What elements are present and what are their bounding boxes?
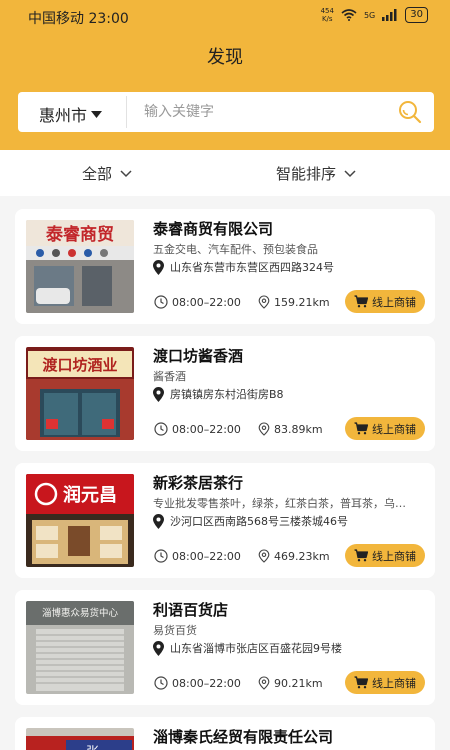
divider — [126, 96, 127, 128]
city-selector[interactable]: 惠州市 — [39, 102, 103, 126]
location-pin-icon — [153, 386, 164, 402]
store-card[interactable]: 张 淄博秦氏经贸有限责任公司 — [15, 717, 435, 750]
opening-hours: 08:00–22:00 — [154, 549, 241, 563]
store-sign-text: 润元昌 — [63, 484, 117, 506]
store-sign-text: 泰睿商贸 — [46, 224, 114, 245]
store-distance: 90.21km — [258, 676, 323, 690]
search-input[interactable] — [144, 98, 392, 126]
clock-icon — [154, 295, 168, 309]
store-description: 专业批发零售茶叶，绿茶，红茶白茶，普耳茶，乌… — [153, 497, 406, 510]
store-address: 山东省淄博市张店区百盛花园9号楼 — [153, 640, 342, 656]
location-pin-icon — [153, 259, 164, 275]
store-sign-text: 渡口坊酒业 — [42, 356, 117, 374]
search-icon[interactable] — [398, 100, 422, 124]
store-address: 山东省东营市东营区西四路324号 — [153, 259, 334, 275]
wifi-icon — [341, 9, 357, 21]
filter-bar: 全部 智能排序 — [0, 150, 450, 196]
signal-icon — [382, 9, 397, 21]
location-outline-icon — [258, 676, 270, 690]
store-name: 泰睿商贸有限公司 — [153, 220, 274, 238]
cart-icon — [354, 422, 368, 435]
store-distance: 469.23km — [258, 549, 330, 563]
filter-all[interactable]: 全部 — [82, 163, 132, 184]
status-bar: 中国移动 23:00 454 K/s 5G 30 — [0, 0, 450, 34]
cart-icon — [354, 676, 368, 689]
store-description: 五金交电、汽车配件、预包装食品 — [153, 243, 318, 256]
city-label: 惠州市 — [39, 106, 88, 125]
location-pin-icon — [153, 640, 164, 656]
caret-down-icon — [91, 110, 103, 118]
clock-icon — [154, 549, 168, 563]
opening-hours: 08:00–22:00 — [154, 295, 241, 309]
store-photo: 润元昌 — [26, 474, 134, 567]
store-photo: 淄博惠众易货中心 — [26, 601, 134, 694]
carrier-time: 中国移动 23:00 — [28, 11, 129, 27]
store-sign-text: 张 — [86, 745, 99, 750]
store-address: 房镇镇房东村沿街房B8 — [153, 386, 284, 402]
cart-icon — [354, 295, 368, 308]
online-shop-button[interactable]: 线上商铺 — [345, 417, 425, 440]
store-photo: 张 — [26, 728, 134, 750]
battery-indicator: 30 — [405, 7, 428, 23]
cart-icon — [354, 549, 368, 562]
store-sign-text: 淄博惠众易货中心 — [42, 607, 119, 619]
location-outline-icon — [258, 422, 270, 436]
store-photo: 泰睿商贸 — [26, 220, 134, 313]
store-description: 酱香酒 — [153, 370, 186, 383]
store-card[interactable]: 泰睿商贸 泰睿商贸有限公司 五金交电、汽车配件、预包装食品 山东省东营市东营区西… — [15, 209, 435, 324]
header: 中国移动 23:00 454 K/s 5G 30 发现 惠州市 输入关键字 — [0, 0, 450, 150]
location-outline-icon — [258, 549, 270, 563]
opening-hours: 08:00–22:00 — [154, 676, 241, 690]
store-name: 渡口坊酱香酒 — [153, 347, 244, 365]
chevron-down-icon — [344, 169, 356, 177]
online-shop-button[interactable]: 线上商铺 — [345, 290, 425, 313]
clock-icon — [154, 422, 168, 436]
network-type: 5G — [363, 10, 376, 20]
search-bar: 惠州市 — [18, 92, 434, 132]
store-card[interactable]: 渡口坊酒业 渡口坊酱香酒 酱香酒 房镇镇房东村沿街房B8 08:00–22:00… — [15, 336, 435, 451]
store-address: 沙河口区西南路568号三楼茶城46号 — [153, 513, 348, 529]
store-card[interactable]: 润元昌 新彩茶居茶行 专业批发零售茶叶，绿茶，红茶白茶，普耳茶，乌… 沙河口区西… — [15, 463, 435, 578]
store-photo: 渡口坊酒业 — [26, 347, 134, 440]
online-shop-button[interactable]: 线上商铺 — [345, 671, 425, 694]
online-shop-button[interactable]: 线上商铺 — [345, 544, 425, 567]
store-name: 淄博秦氏经贸有限责任公司 — [153, 728, 334, 746]
net-speed: 454 K/s — [320, 7, 334, 23]
page-title: 发现 — [207, 47, 243, 68]
store-description: 易货百货 — [153, 624, 197, 637]
opening-hours: 08:00–22:00 — [154, 422, 241, 436]
store-card[interactable]: 淄博惠众易货中心 利语百货店 易货百货 山东省淄博市张店区百盛花园9号楼 08:… — [15, 590, 435, 705]
location-pin-icon — [153, 513, 164, 529]
location-outline-icon — [258, 295, 270, 309]
store-name: 新彩茶居茶行 — [153, 474, 244, 492]
store-distance: 159.21km — [258, 295, 330, 309]
chevron-down-icon — [120, 169, 132, 177]
store-name: 利语百货店 — [153, 601, 229, 619]
store-distance: 83.89km — [258, 422, 323, 436]
clock-icon — [154, 676, 168, 690]
filter-sort[interactable]: 智能排序 — [276, 163, 356, 184]
